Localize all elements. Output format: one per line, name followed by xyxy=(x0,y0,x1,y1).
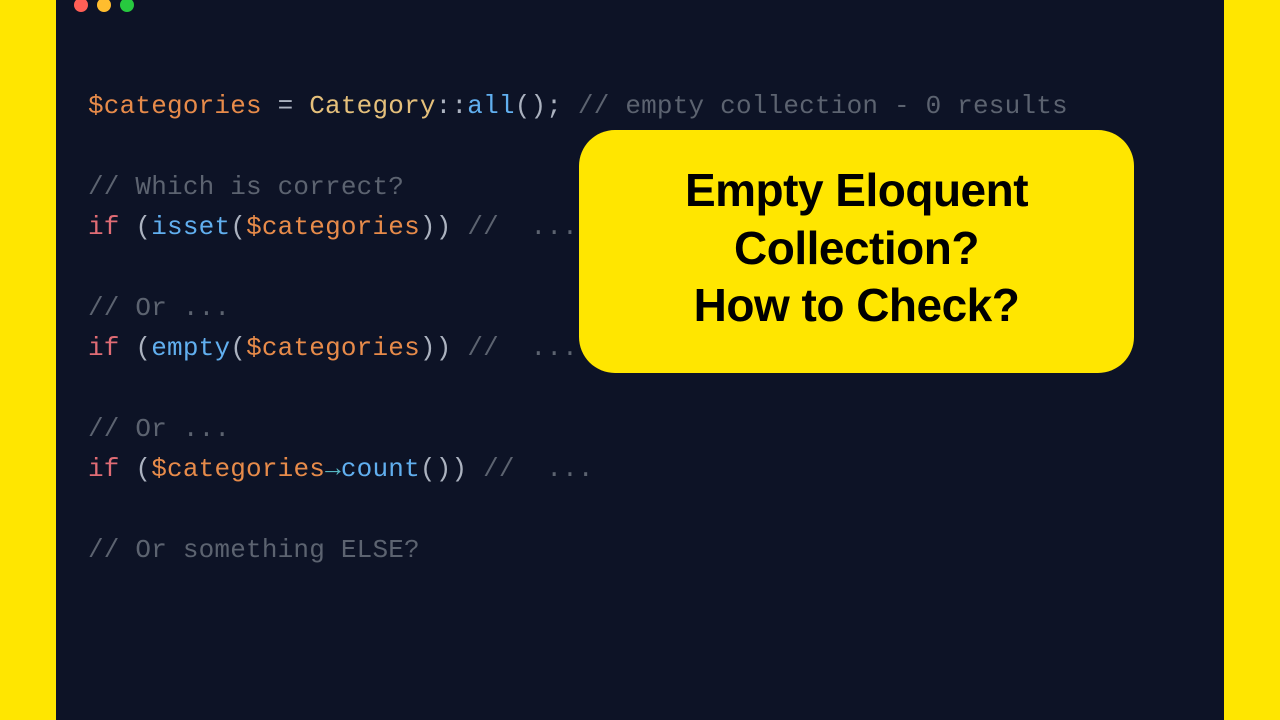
code-token: ( xyxy=(230,212,246,242)
callout-line-3: How to Check? xyxy=(607,277,1106,335)
code-comment: // Or ... xyxy=(88,414,230,444)
code-comment: // ... xyxy=(467,333,578,363)
code-comment: // ... xyxy=(483,454,594,484)
code-token: :: xyxy=(436,91,468,121)
code-token: )) xyxy=(420,333,467,363)
callout-box: Empty Eloquent Collection? How to Check? xyxy=(579,130,1134,373)
code-token: $categories xyxy=(151,454,325,484)
code-token: empty xyxy=(151,333,230,363)
close-dot-icon xyxy=(74,0,88,12)
minimize-dot-icon xyxy=(97,0,111,12)
code-token: isset xyxy=(151,212,230,242)
code-window: $categories = Category::all(); // empty … xyxy=(56,0,1224,720)
callout-line-2: Collection? xyxy=(607,220,1106,278)
code-token: $categories xyxy=(246,212,420,242)
code-token: = xyxy=(262,91,309,121)
code-token: (); xyxy=(515,91,578,121)
code-token: ()) xyxy=(420,454,483,484)
code-comment: // Which is correct? xyxy=(88,172,404,202)
zoom-dot-icon xyxy=(120,0,134,12)
code-token: if xyxy=(88,454,135,484)
code-token: )) xyxy=(420,212,467,242)
callout-line-1: Empty Eloquent xyxy=(607,162,1106,220)
code-token: count xyxy=(341,454,420,484)
code-token: ( xyxy=(135,212,151,242)
code-comment: // empty collection - 0 results xyxy=(578,91,1068,121)
code-token: $categories xyxy=(246,333,420,363)
code-comment: // Or something ELSE? xyxy=(88,535,420,565)
code-token: if xyxy=(88,212,135,242)
code-token: ( xyxy=(135,454,151,484)
code-comment: // ... xyxy=(467,212,578,242)
code-token: ( xyxy=(230,333,246,363)
code-token: all xyxy=(467,91,514,121)
code-token: $categories xyxy=(88,91,262,121)
code-token: if xyxy=(88,333,135,363)
code-token: Category xyxy=(309,91,435,121)
traffic-lights xyxy=(74,0,134,12)
code-comment: // Or ... xyxy=(88,293,230,323)
arrow-icon: → xyxy=(325,454,341,484)
code-token: ( xyxy=(135,333,151,363)
